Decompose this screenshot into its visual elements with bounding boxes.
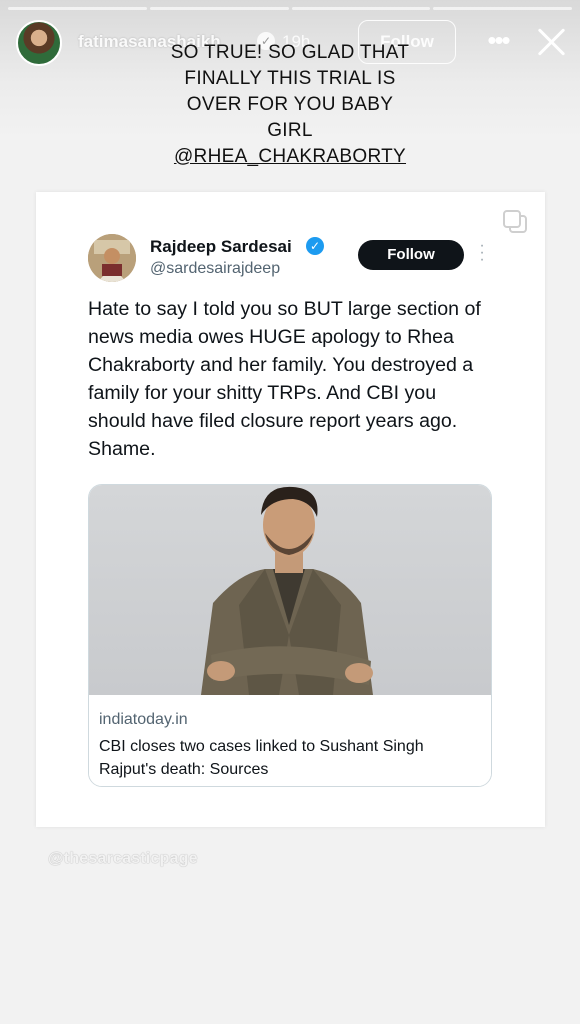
tweet-author-avatar[interactable] — [88, 234, 136, 282]
caption-line: OVER FOR YOU BABY — [186, 94, 394, 115]
tweet-text: Hate to say I told you so BUT large sect… — [88, 298, 481, 460]
copy-icon[interactable] — [503, 210, 529, 234]
progress-segment — [149, 7, 289, 10]
caption-mention-link[interactable]: @RHEA_CHAKRABORTY — [174, 144, 406, 170]
link-preview-image — [89, 485, 491, 695]
link-title[interactable]: CBI closes two cases linked to Sushant S… — [99, 735, 484, 781]
progress-segment — [291, 7, 431, 10]
link-preview-meta: indiatoday.in CBI closes two cases linke… — [89, 695, 491, 786]
caption-line: GIRL — [267, 120, 313, 141]
close-icon[interactable] — [534, 24, 568, 58]
link-domain: indiatoday.in — [99, 711, 188, 728]
tweet-follow-button[interactable]: Follow — [358, 240, 464, 270]
link-preview-card[interactable]: indiatoday.in CBI closes two cases linke… — [88, 484, 492, 787]
progress-segment — [8, 7, 147, 10]
watermark: @thesarcasticpage — [48, 850, 198, 867]
tweet-card: Rajdeep Sardesai ✓ @sardesairajdeep Foll… — [36, 192, 545, 827]
more-icon[interactable]: · · · — [477, 238, 487, 268]
story-progress-bar — [8, 7, 572, 10]
story-avatar[interactable] — [16, 20, 62, 66]
caption-line: FINALLY THIS TRIAL IS — [184, 68, 396, 89]
verified-badge-icon: ✓ — [306, 237, 324, 255]
more-icon[interactable]: ••• — [484, 27, 512, 56]
story-caption: SO TRUE! SO GLAD THAT FINALLY THIS TRIAL… — [140, 40, 440, 170]
tweet-author-handle[interactable]: @sardesairajdeep — [150, 260, 280, 278]
caption-line: SO TRUE! SO GLAD THAT — [170, 42, 410, 63]
tweet-author-name[interactable]: Rajdeep Sardesai — [150, 237, 292, 257]
progress-segment — [433, 7, 572, 10]
